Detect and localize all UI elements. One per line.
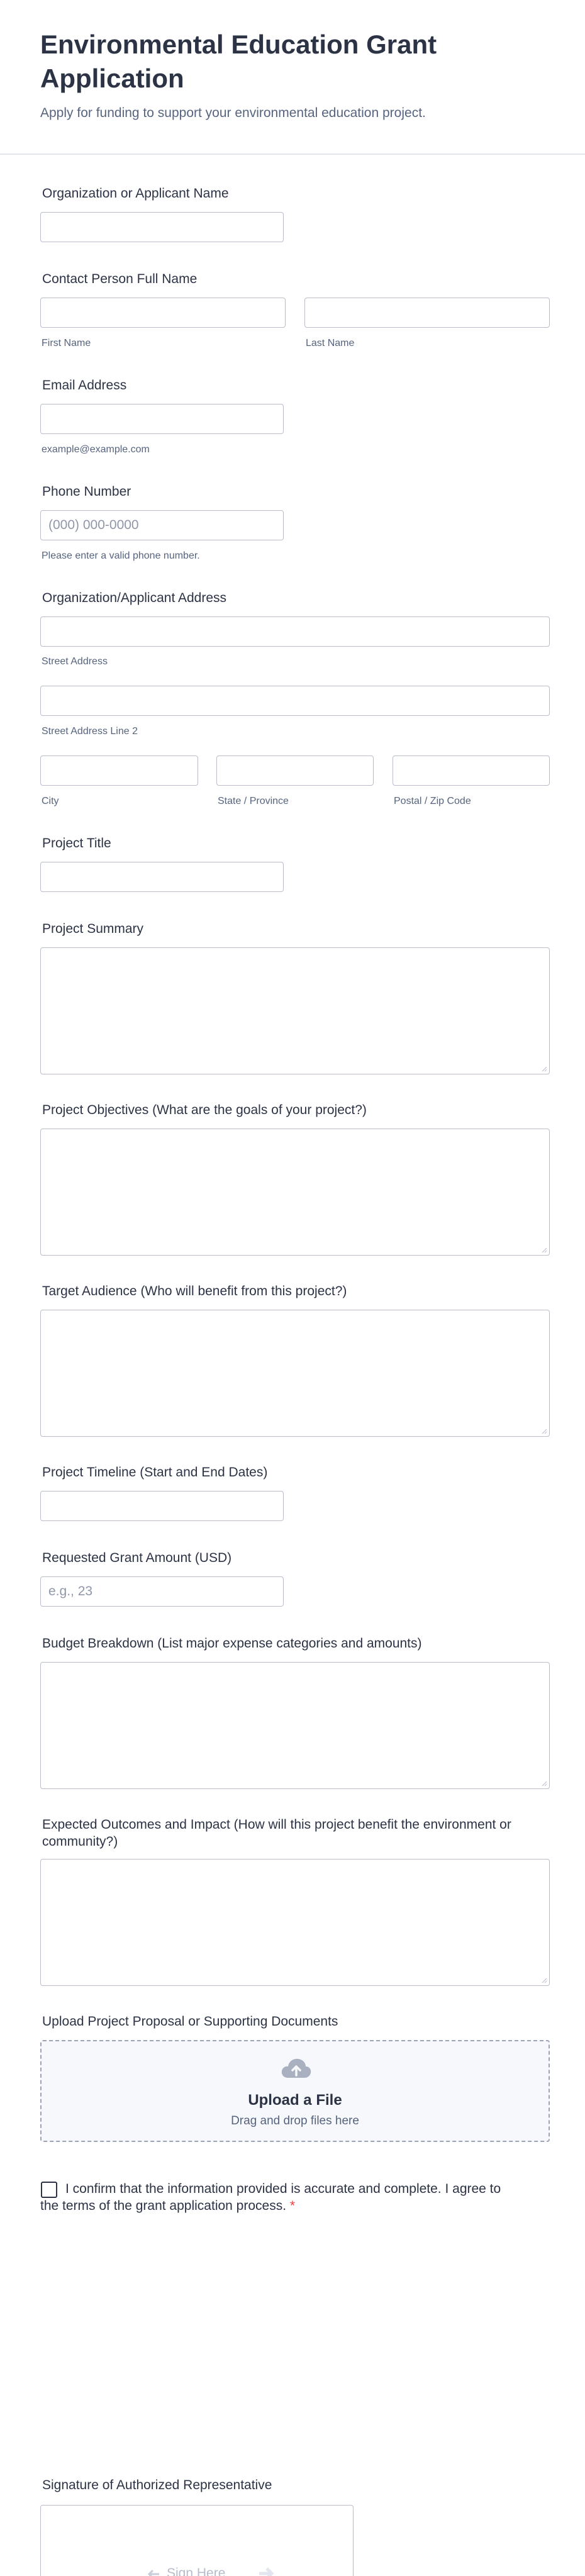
confirm-label: I confirm that the information provided … [40,2180,506,2214]
amount-label: Requested Grant Amount (USD) [42,1551,232,1565]
last-name-input[interactable] [304,298,550,328]
street-address-input[interactable] [40,616,550,647]
form-title: Environmental Education Grant Applicatio… [40,30,437,93]
budget-label: Budget Breakdown (List major expense cat… [42,1636,422,1651]
upload-title: Upload a File [248,2092,342,2109]
objectives-label: Project Objectives (What are the goals o… [42,1103,367,1117]
phone-input[interactable] [40,510,284,540]
audience-textarea[interactable] [40,1310,550,1437]
street-address-sublabel: Street Address [42,656,108,667]
cloud-upload-icon [281,2058,311,2078]
project-summary-textarea[interactable] [40,947,550,1074]
first-name-input[interactable] [40,298,286,328]
resize-grip-icon[interactable] [541,1428,547,1434]
arrow-left-icon [147,2569,159,2576]
city-sublabel: City [42,796,59,806]
first-name-sublabel: First Name [42,338,91,348]
last-name-sublabel: Last Name [306,338,355,348]
resize-grip-icon[interactable] [541,1066,547,1072]
address-label: Organization/Applicant Address [42,591,227,605]
file-upload-dropzone[interactable]: Upload a File Drag and drop files here [40,2040,550,2142]
email-sublabel: example@example.com [42,444,150,455]
form-header: Environmental Education Grant Applicatio… [0,0,585,155]
resize-grip-icon[interactable] [541,1247,547,1253]
state-input[interactable] [216,756,374,786]
timeline-input[interactable] [40,1491,284,1521]
state-sublabel: State / Province [218,796,289,806]
org-name-label: Organization or Applicant Name [42,186,229,201]
phone-label: Phone Number [42,484,131,499]
street-address-2-sublabel: Street Address Line 2 [42,726,138,737]
amount-input[interactable] [40,1576,284,1607]
timeline-label: Project Timeline (Start and End Dates) [42,1465,268,1480]
org-name-input[interactable] [40,212,284,242]
required-asterisk: * [289,2199,296,2213]
email-input[interactable] [40,404,284,434]
signature-hint: Sign Here [167,2566,226,2576]
outcomes-label: Expected Outcomes and Impact (How will t… [42,1817,511,1849]
signature-label: Signature of Authorized Representative [42,2478,272,2492]
phone-sublabel: Please enter a valid phone number. [42,550,200,561]
contact-name-label: Contact Person Full Name [42,272,198,286]
signature-pad[interactable]: Sign Here [40,2505,354,2576]
project-summary-label: Project Summary [42,922,144,936]
resize-grip-icon[interactable] [541,1977,547,1983]
form-subtitle: Apply for funding to support your enviro… [40,106,426,120]
budget-textarea[interactable] [40,1662,550,1789]
email-label: Email Address [42,378,127,393]
zip-input[interactable] [393,756,550,786]
city-input[interactable] [40,756,198,786]
outcomes-textarea[interactable] [40,1859,550,1986]
project-title-input[interactable] [40,862,284,892]
resize-grip-icon[interactable] [541,1780,547,1787]
upload-hint: Drag and drop files here [231,2114,359,2127]
audience-label: Target Audience (Who will benefit from t… [42,1284,347,1298]
objectives-textarea[interactable] [40,1129,550,1256]
project-title-label: Project Title [42,836,111,850]
confirm-text: I confirm that the information provided … [40,2182,501,2213]
zip-sublabel: Postal / Zip Code [394,796,471,806]
upload-label: Upload Project Proposal or Supporting Do… [42,2014,338,2029]
arrow-right-icon [259,2567,274,2576]
street-address-2-input[interactable] [40,686,550,716]
